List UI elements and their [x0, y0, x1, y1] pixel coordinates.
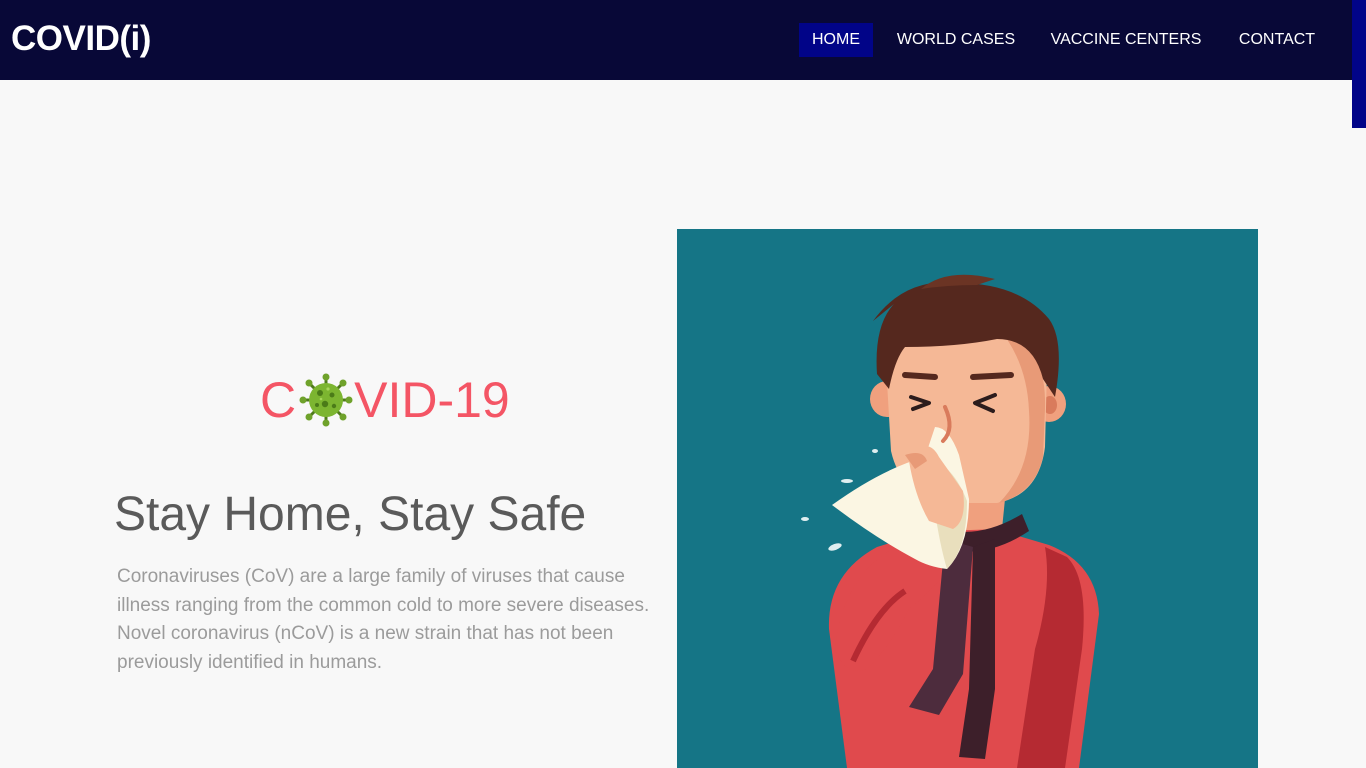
navbar: COVID(i) HOME WORLD CASES VACCINE CENTER… [0, 0, 1366, 80]
hero-title-suffix: VID-19 [354, 372, 510, 428]
hero-title-prefix: C [260, 372, 297, 428]
nav-world-cases[interactable]: WORLD CASES [887, 23, 1025, 57]
hero-description: Coronaviruses (CoV) are a large family o… [117, 566, 650, 674]
sneezing-man-illustration [677, 229, 1258, 768]
scrollbar-track[interactable] [1352, 80, 1366, 768]
nav-vaccine-centers[interactable]: VACCINE CENTERS [1041, 23, 1211, 57]
virus-icon [299, 373, 353, 427]
nav-contact[interactable]: CONTACT [1227, 23, 1327, 57]
hero-title: C VID-19 [260, 368, 510, 432]
brand-logo[interactable]: COVID(i) [11, 19, 151, 59]
scrollbar-thumb[interactable] [1352, 0, 1366, 128]
hero-headline: Stay Home, Stay Safe [114, 488, 587, 541]
nav-home[interactable]: HOME [799, 23, 873, 57]
